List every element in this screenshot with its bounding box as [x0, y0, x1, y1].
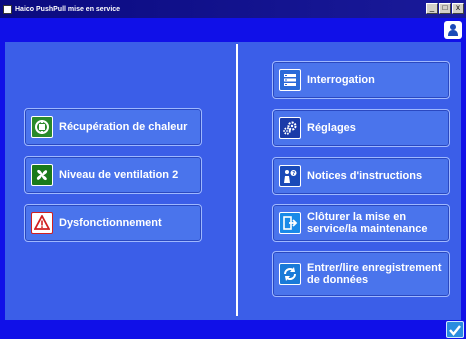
window-titlebar: Haico PushPull mise en service _ □ x [0, 0, 466, 18]
footer-band [0, 320, 466, 339]
help-person-icon: ? [279, 165, 301, 187]
instructions-label: Notices d'instructions [307, 170, 423, 182]
heat-recovery-button[interactable]: Récupération de chaleur [24, 108, 202, 146]
app-icon [3, 4, 12, 14]
data-record-label: Entrer/lire enregistrement de données [307, 262, 442, 286]
fan-icon [31, 164, 53, 186]
warning-icon [31, 212, 53, 234]
settings-button[interactable]: Réglages [272, 109, 450, 147]
svg-text:?: ? [292, 171, 295, 177]
maximize-button[interactable]: □ [439, 3, 451, 14]
close-button[interactable]: x [452, 3, 464, 14]
close-commissioning-label: Clôturer la mise en service/la maintenan… [307, 211, 428, 235]
exit-door-icon [279, 212, 301, 234]
heat-recovery-icon [31, 116, 53, 138]
gears-icon [279, 117, 301, 139]
confirm-button[interactable] [446, 321, 464, 338]
user-button[interactable] [444, 21, 462, 39]
malfunction-label: Dysfonctionnement [59, 217, 162, 229]
instructions-button[interactable]: ? Notices d'instructions [272, 157, 450, 195]
interrogation-button[interactable]: Interrogation [272, 61, 450, 99]
ventilation-level-button[interactable]: Niveau de ventilation 2 [24, 156, 202, 194]
header-band [0, 18, 466, 42]
window-controls: _ □ x [426, 3, 464, 14]
panel-divider [236, 44, 238, 316]
heat-recovery-label: Récupération de chaleur [59, 121, 188, 133]
ventilation-level-label: Niveau de ventilation 2 [59, 169, 179, 181]
list-icon [279, 69, 301, 91]
window-title: Haico PushPull mise en service [15, 5, 121, 13]
interrogation-label: Interrogation [307, 74, 375, 86]
close-commissioning-button[interactable]: Clôturer la mise en service/la maintenan… [272, 204, 450, 242]
checkmark-icon [449, 324, 461, 336]
settings-label: Réglages [307, 122, 356, 134]
minimize-button[interactable]: _ [426, 3, 438, 14]
malfunction-button[interactable]: Dysfonctionnement [24, 204, 202, 242]
user-icon [448, 24, 458, 36]
refresh-icon [279, 263, 301, 285]
data-record-button[interactable]: Entrer/lire enregistrement de données [272, 251, 450, 297]
